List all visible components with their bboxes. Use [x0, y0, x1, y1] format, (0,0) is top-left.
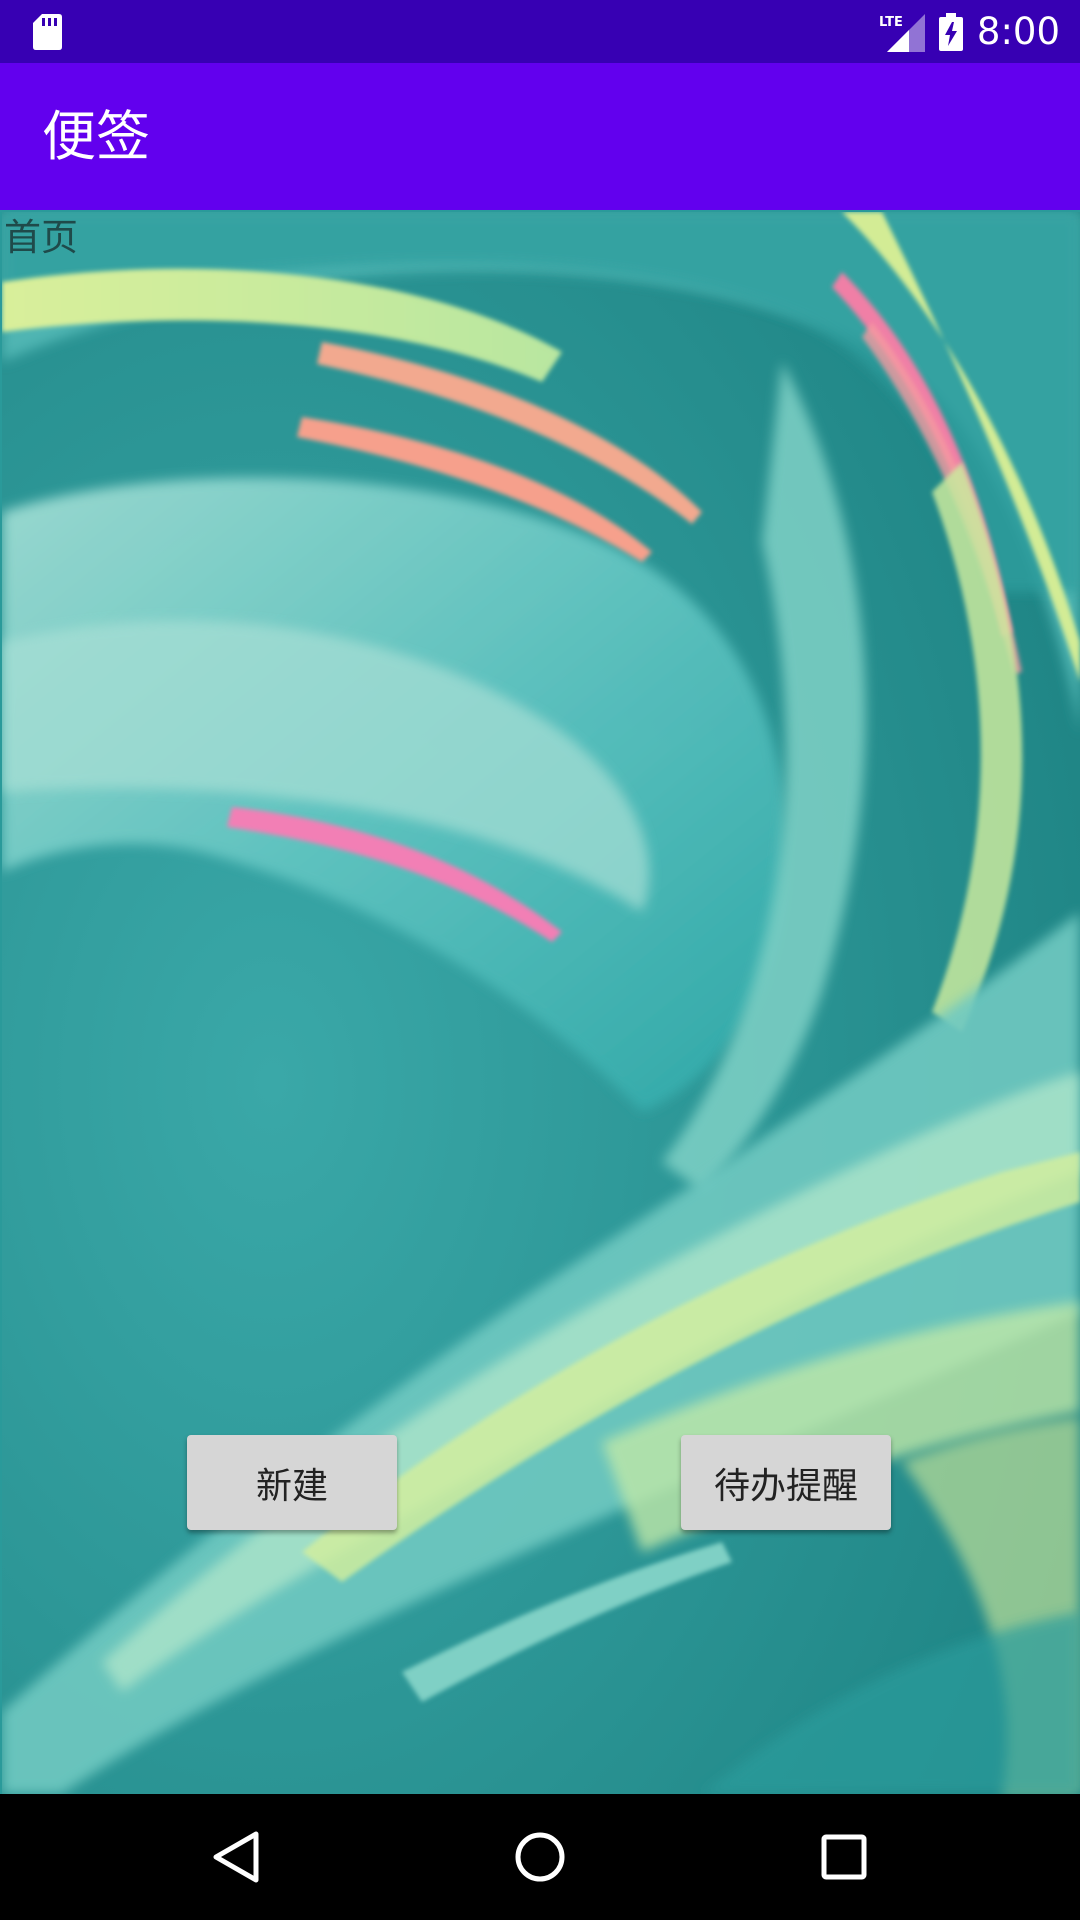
- background-wallpaper: [2, 212, 1080, 1794]
- home-icon[interactable]: [510, 1827, 570, 1887]
- battery-charging-icon: [938, 12, 963, 51]
- back-icon[interactable]: [206, 1827, 266, 1887]
- recents-icon[interactable]: [814, 1827, 874, 1887]
- todo-reminder-button[interactable]: 待办提醒: [681, 1435, 891, 1530]
- app-bar: 便签: [0, 63, 1080, 210]
- status-bar: LTE 8:00: [0, 0, 1080, 63]
- navigation-bar: [0, 1794, 1080, 1920]
- app-title: 便签: [42, 105, 150, 168]
- status-clock: 8:00: [976, 10, 1060, 53]
- status-icons: LTE 8:00: [879, 0, 1060, 63]
- new-note-button[interactable]: 新建: [187, 1435, 397, 1530]
- svg-text:LTE: LTE: [879, 15, 903, 30]
- screen: LTE 8:00 便签 首页 新建 待办提醒: [0, 0, 1080, 1920]
- page-label: 首页: [4, 216, 78, 259]
- main-content: 首页 新建 待办提醒: [0, 210, 1080, 1794]
- lte-signal-icon: LTE: [879, 13, 925, 52]
- sd-card-icon: [33, 14, 62, 50]
